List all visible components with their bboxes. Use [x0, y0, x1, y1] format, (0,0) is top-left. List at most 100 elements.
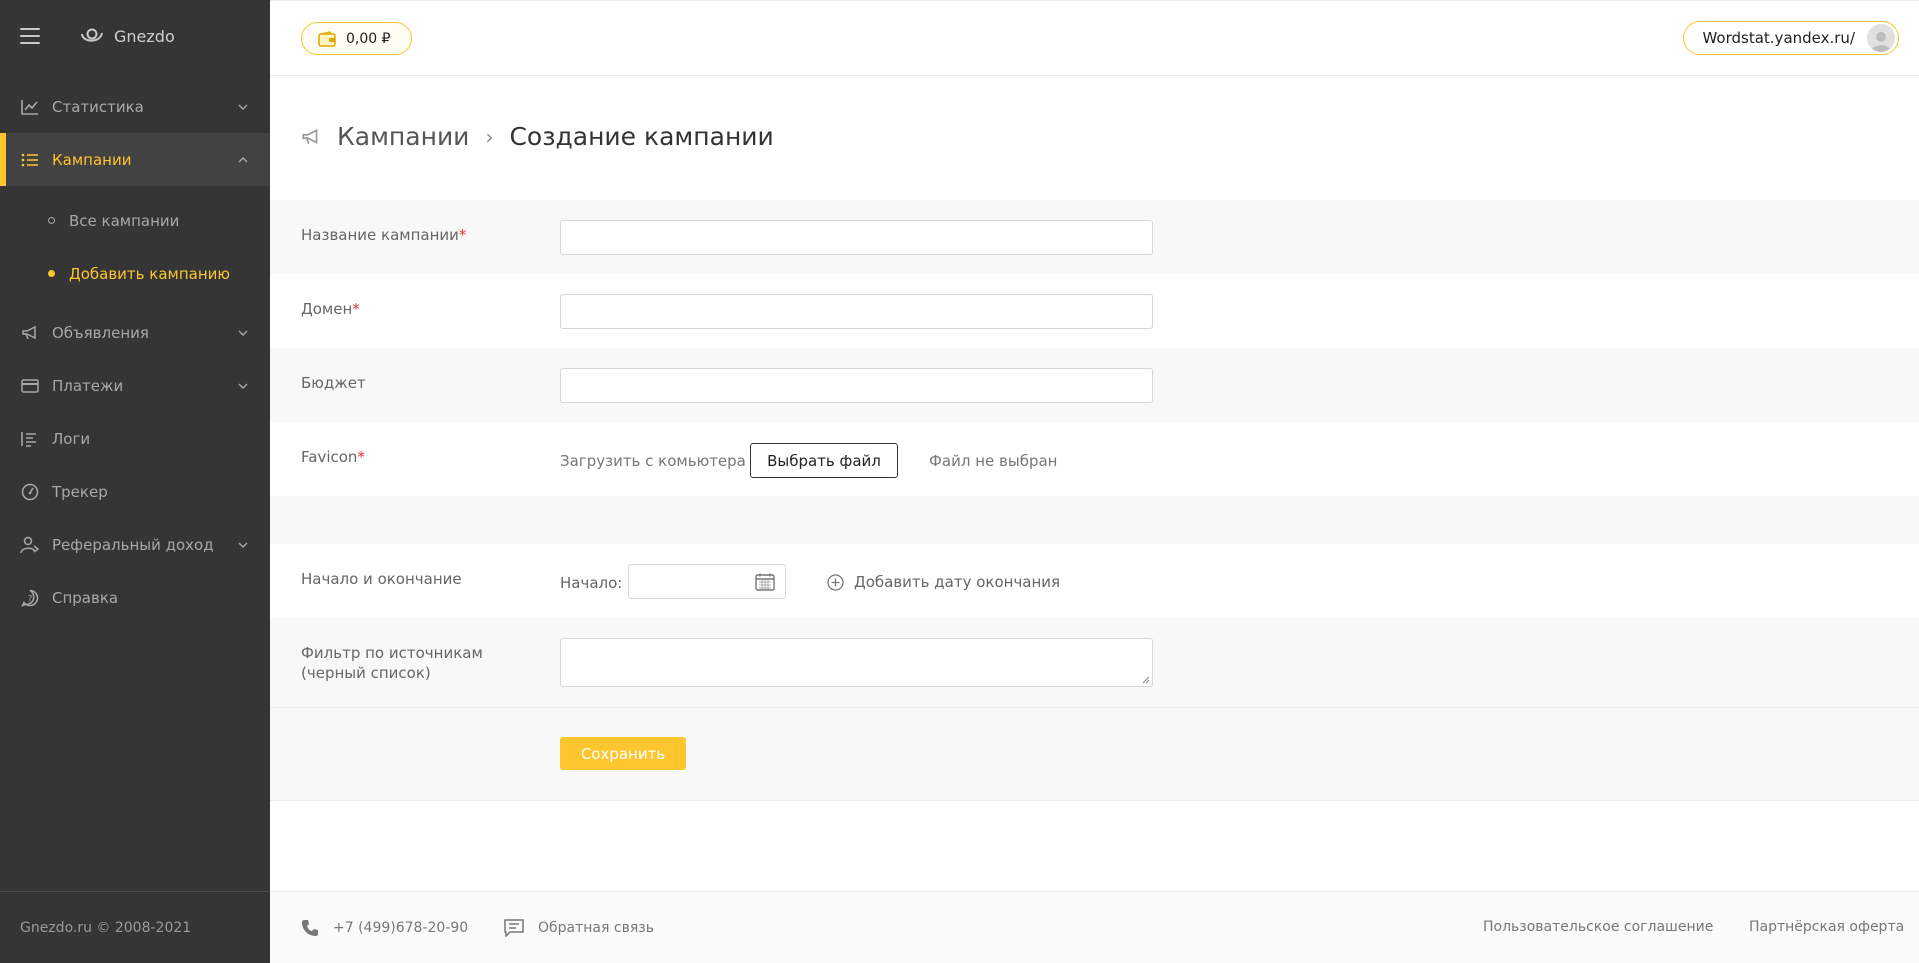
field-label: Бюджет [301, 373, 531, 393]
account-button[interactable]: Wordstat.yandex.ru/ [1683, 21, 1899, 55]
sidebar-header: Gnezdo [0, 0, 270, 72]
campaign-name-input[interactable] [560, 220, 1153, 255]
required-mark: * [458, 226, 467, 244]
sidebar-item-logs[interactable]: Логи [0, 412, 270, 465]
label-text: Фильтр по источникам (черный список) [301, 644, 483, 682]
menu-toggle-icon[interactable] [20, 28, 40, 44]
resize-grip-icon[interactable] [1141, 675, 1150, 684]
svg-text:?: ? [28, 594, 33, 604]
form-row-name: Название кампании* [270, 200, 1919, 274]
save-button[interactable]: Сохранить [560, 737, 686, 770]
sidebar-copyright: Gnezdo.ru © 2008-2021 [0, 891, 270, 963]
campaigns-submenu: Все кампании Добавить кампанию [0, 186, 270, 306]
required-mark: * [357, 448, 365, 466]
form-row-domain: Домен* [270, 274, 1919, 348]
sidebar-item-tracker[interactable]: Трекер [0, 465, 270, 518]
add-end-date-button[interactable]: Добавить дату окончания [827, 573, 1060, 591]
speedometer-icon [20, 482, 40, 502]
account-name: Wordstat.yandex.ru/ [1702, 29, 1855, 47]
footer-feedback[interactable]: Обратная связь [504, 919, 654, 937]
sidebar-item-payments[interactable]: Платежи [0, 359, 270, 412]
field-label: Название кампании* [301, 225, 531, 245]
form-row-dates: Начало и окончание Начало: Добавить дату… [270, 544, 1919, 618]
credit-card-icon [20, 376, 40, 396]
sidebar-item-campaigns[interactable]: Кампании [0, 133, 270, 186]
balance-pill[interactable]: 0,00 ₽ [301, 22, 412, 55]
feedback-label: Обратная связь [538, 920, 654, 936]
sidebar-subitem-all-campaigns[interactable]: Все кампании [0, 194, 270, 247]
label-text: Название кампании [301, 226, 459, 244]
topbar: 0,00 ₽ Wordstat.yandex.ru/ [270, 0, 1919, 76]
avatar [1867, 24, 1895, 52]
footer-phone[interactable]: +7 (499)678-20-90 [301, 919, 468, 937]
calendar-icon[interactable] [755, 573, 775, 591]
page-title: Создание кампании [509, 122, 774, 151]
logo[interactable]: Gnezdo [80, 26, 175, 46]
field-label: Favicon* [301, 447, 531, 467]
label-text: Домен [301, 300, 353, 318]
megaphone-icon [20, 323, 40, 343]
budget-input[interactable] [560, 368, 1153, 403]
nest-logo-icon [81, 28, 103, 42]
sources-filter-textarea[interactable] [560, 638, 1153, 687]
choose-file-button[interactable]: Выбрать файл [750, 443, 898, 478]
chevron-up-icon [238, 156, 248, 162]
user-share-icon [20, 535, 40, 555]
field-label: Домен* [301, 299, 531, 319]
sidebar-item-statistics[interactable]: Статистика [0, 80, 270, 133]
sidebar-item-referral[interactable]: Реферальный доход [0, 518, 270, 571]
list-icon [20, 150, 40, 170]
breadcrumb-separator: › [485, 124, 494, 149]
chevron-down-icon [238, 542, 248, 548]
chevron-down-icon [238, 104, 248, 110]
wallet-icon [318, 30, 336, 47]
breadcrumb-parent[interactable]: Кампании [337, 122, 469, 151]
bullet-icon [48, 270, 55, 277]
chat-icon [504, 919, 524, 937]
sidebar-nav: Статистика Кампании Все кампании Добавит… [0, 80, 270, 624]
sidebar-item-label: Логи [52, 429, 91, 448]
chevron-down-icon [238, 330, 248, 336]
required-mark: * [352, 300, 360, 318]
sidebar-subitem-label: Все кампании [69, 211, 180, 230]
field-label: Фильтр по источникам (черный список) [301, 643, 531, 683]
breadcrumb: Кампании › Создание кампании [301, 122, 774, 151]
upload-label: Загрузить с комьютера [560, 452, 746, 470]
sidebar-item-label: Объявления [52, 323, 149, 342]
sidebar-item-label: Платежи [52, 376, 124, 395]
label-text: Favicon [301, 448, 358, 466]
form-row-favicon: Favicon* Загрузить с комьютера Выбрать ф… [270, 422, 1919, 496]
label-text: Бюджет [301, 374, 366, 392]
sidebar-subitem-add-campaign[interactable]: Добавить кампанию [0, 247, 270, 300]
form-spacer [270, 496, 1919, 544]
footer: +7 (499)678-20-90 Обратная связь Пользов… [270, 891, 1919, 963]
domain-input[interactable] [560, 294, 1153, 329]
chevron-down-icon [238, 383, 248, 389]
field-label: Начало и окончание [301, 569, 531, 589]
sidebar-item-label: Реферальный доход [52, 535, 214, 554]
form-actions: Сохранить [270, 707, 1919, 801]
sidebar-item-label: Справка [52, 588, 119, 607]
sidebar: Gnezdo Статистика Кампании Все кампании … [0, 0, 270, 963]
megaphone-icon [302, 128, 318, 144]
start-date-input[interactable] [628, 564, 786, 599]
sidebar-item-ads[interactable]: Объявления [0, 306, 270, 359]
chart-line-icon [20, 97, 40, 117]
balance-value: 0,00 ₽ [346, 30, 391, 47]
file-status: Файл не выбран [929, 452, 1058, 470]
logs-icon [20, 429, 40, 449]
sidebar-item-label: Кампании [52, 150, 132, 169]
form-row-filter: Фильтр по источникам (черный список) [270, 618, 1919, 707]
form-row-budget: Бюджет [270, 348, 1919, 422]
help-icon: ? [20, 588, 40, 608]
sidebar-item-label: Трекер [52, 482, 108, 501]
footer-partner-offer-link[interactable]: Партнёрская оферта [1749, 919, 1904, 935]
plus-circle-icon [827, 573, 844, 591]
add-end-date-label: Добавить дату окончания [854, 573, 1061, 591]
bullet-icon [48, 217, 55, 224]
footer-user-agreement-link[interactable]: Пользовательское соглашение [1483, 919, 1713, 935]
logo-text: Gnezdo [114, 26, 175, 46]
sidebar-item-help[interactable]: ? Справка [0, 571, 270, 624]
phone-icon [302, 920, 318, 936]
sidebar-item-label: Статистика [52, 97, 144, 116]
